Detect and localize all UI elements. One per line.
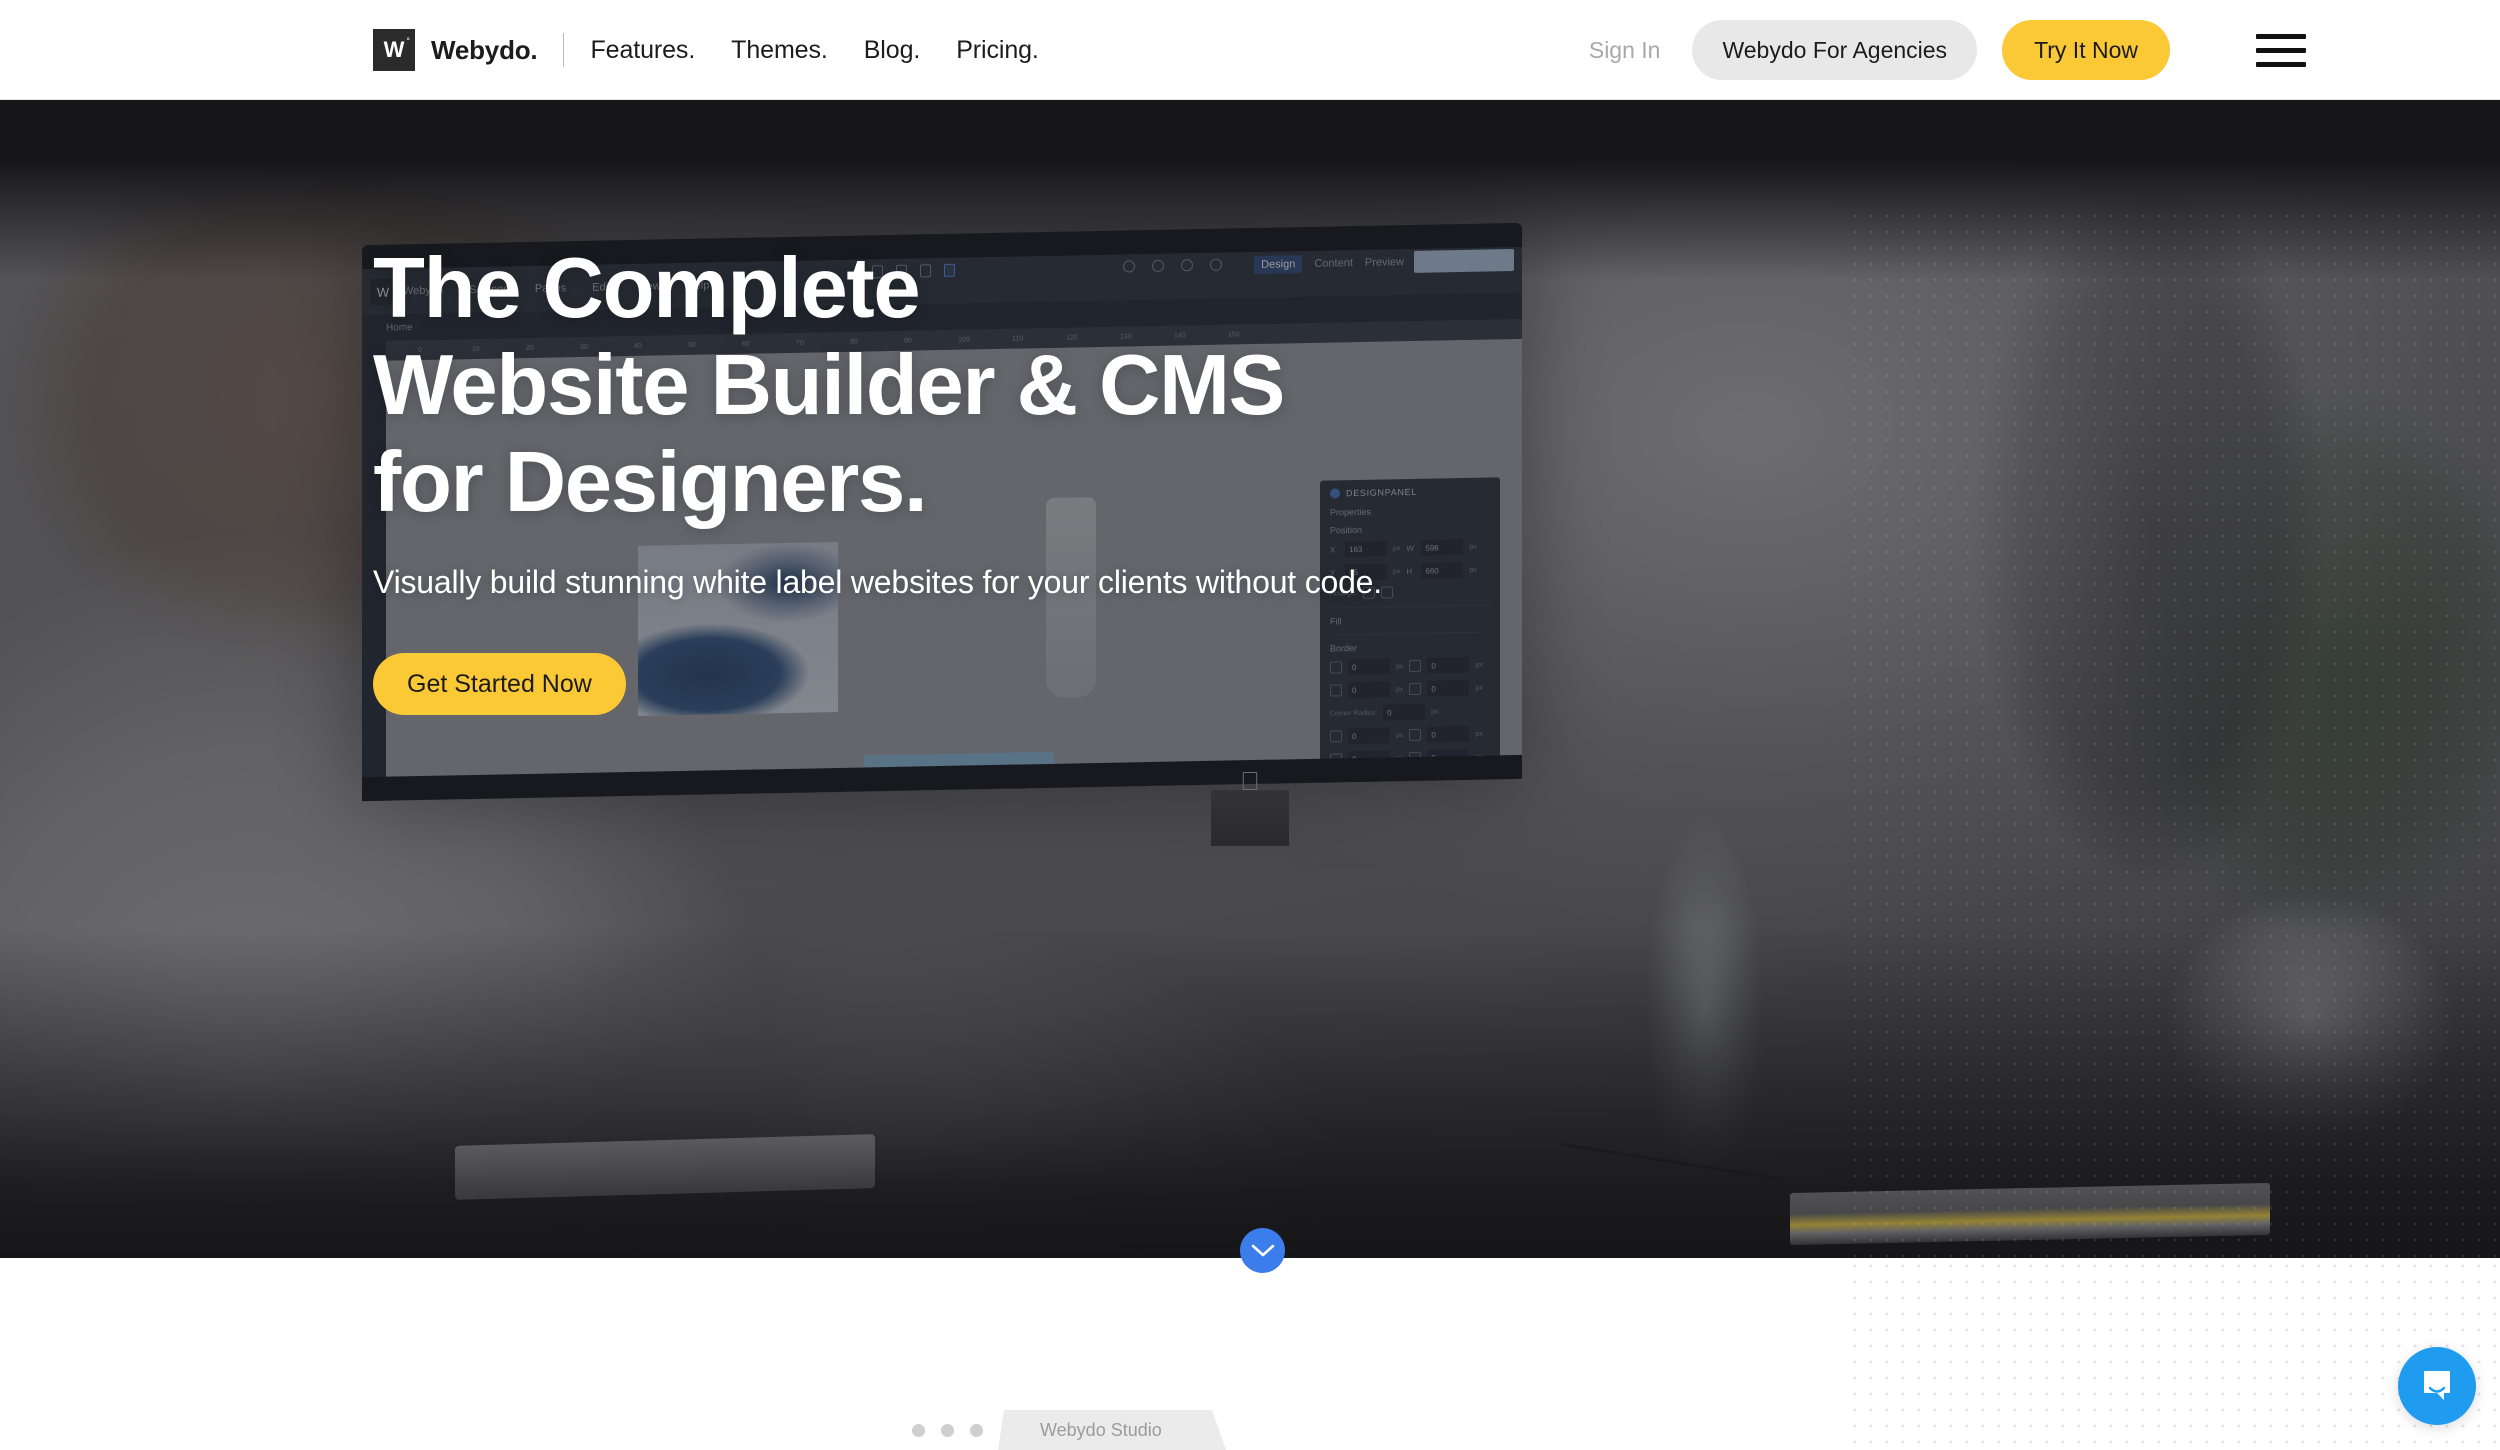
chat-launcher-button[interactable] (2398, 1347, 2476, 1425)
scroll-down-button[interactable] (1240, 1228, 1285, 1273)
hamburger-icon[interactable] (2256, 0, 2306, 100)
nav-item-blog[interactable]: Blog. (864, 36, 921, 65)
webydo-for-agencies-button[interactable]: Webydo For Agencies (1692, 20, 1978, 80)
traffic-dot (912, 1424, 925, 1437)
headline-line-1: The Complete (373, 241, 921, 336)
hero-copy-block: The Complete Website Builder & CMS for D… (373, 240, 1382, 715)
hero-section: W Webydo Settings Pages Edit View Help D… (0, 100, 2500, 1258)
browser-tab[interactable]: Webydo Studio (998, 1410, 1226, 1450)
hero-subheadline: Visually build stunning white label webs… (373, 564, 1382, 600)
nav-item-pricing[interactable]: Pricing. (956, 36, 1039, 65)
header-right-group: Sign In Webydo For Agencies Try It Now (1589, 0, 2170, 100)
dot-grid-pattern-white (1847, 1258, 2500, 1450)
logo-mark-icon[interactable]: W ° (373, 29, 415, 71)
sign-in-link[interactable]: Sign In (1589, 37, 1661, 64)
hamburger-bar (2256, 33, 2306, 39)
get-started-now-button[interactable]: Get Started Now (373, 653, 626, 715)
hero-headline: The Complete Website Builder & CMS for D… (373, 240, 1382, 531)
nav-item-themes[interactable]: Themes. (731, 36, 828, 65)
logo-mark-letter: W (383, 37, 405, 62)
header-left-group: W ° Webydo. Features. Themes. Blog. Pric… (373, 0, 1039, 100)
headline-line-2: Website Builder & CMS (373, 338, 1285, 433)
headline-line-3: for Designers. (373, 435, 928, 530)
chat-bubble-icon (2424, 1371, 2450, 1400)
nav-divider (563, 33, 565, 67)
logo-wordmark[interactable]: Webydo. (431, 35, 538, 66)
logo-mark-degree: ° (406, 36, 410, 46)
chevron-down-icon (1251, 1244, 1274, 1256)
browser-traffic-dots (912, 1424, 983, 1437)
hamburger-bar (2256, 61, 2306, 67)
next-section: Webydo Studio (0, 1258, 2500, 1450)
site-header: W ° Webydo. Features. Themes. Blog. Pric… (0, 0, 2500, 100)
hamburger-bar (2256, 47, 2306, 53)
nav-item-features[interactable]: Features. (590, 36, 695, 65)
browser-mockup: Webydo Studio (890, 1406, 1610, 1450)
traffic-dot (970, 1424, 983, 1437)
traffic-dot (941, 1424, 954, 1437)
try-it-now-button[interactable]: Try It Now (2002, 20, 2170, 80)
browser-tab-label: Webydo Studio (1040, 1419, 1162, 1440)
